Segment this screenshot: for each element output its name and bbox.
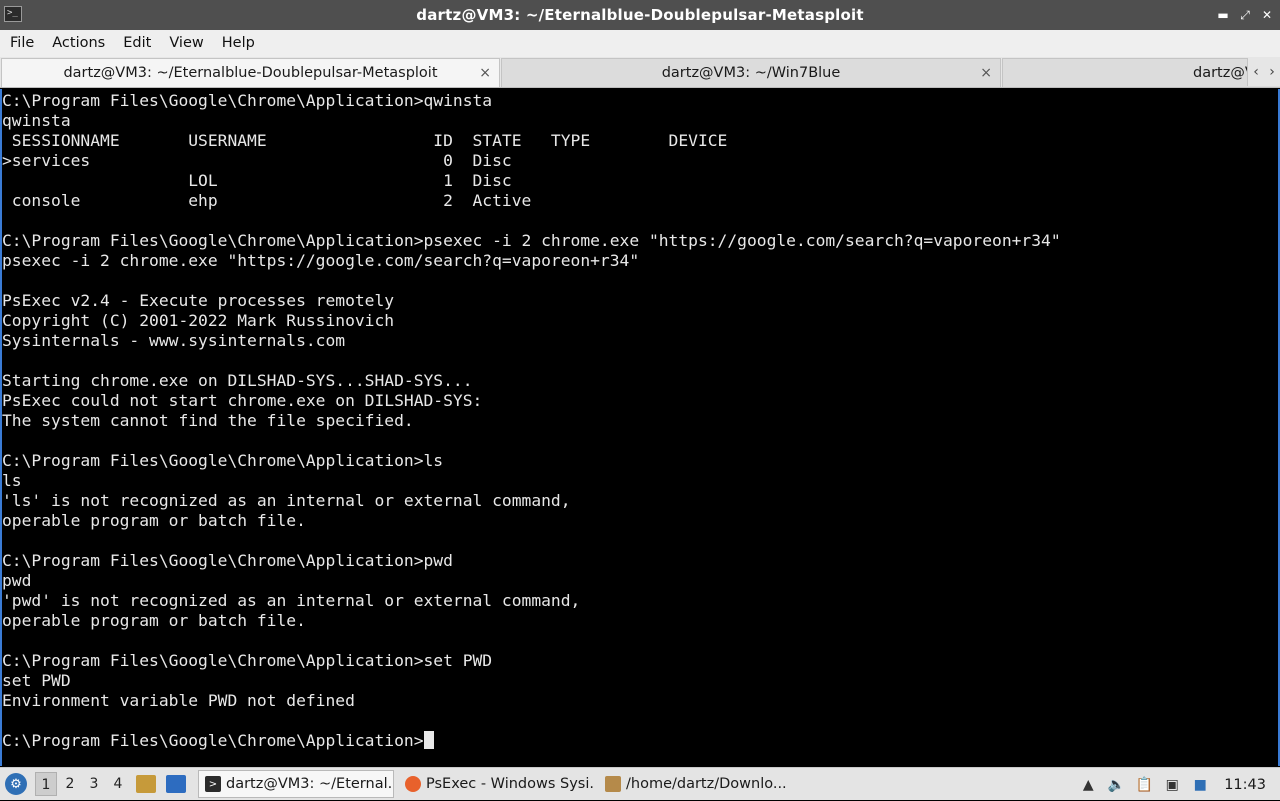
terminal-output[interactable]: C:\Program Files\Google\Chrome\Applicati…: [0, 89, 1280, 766]
show-desktop-icon[interactable]: [166, 775, 186, 793]
tab-label: dartz@VM3: ~/Eternalblue-Doublepulsar-Me…: [63, 65, 438, 81]
taskbar: ⚙ 1 2 3 4 > dartz@VM3: ~/Eternal... PsEx…: [0, 767, 1280, 800]
task-label: PsExec - Windows Sysi...: [426, 776, 594, 792]
tab-label: dartz@VM3: ~/Win7Blue: [661, 65, 841, 81]
task-label: dartz@VM3: ~/Eternal...: [226, 776, 394, 792]
workspace-3[interactable]: 3: [83, 772, 105, 796]
terminal-cursor: [423, 731, 434, 749]
tab-bar: dartz@VM3: ~/Eternalblue-Doublepulsar-Me…: [0, 57, 1280, 88]
chevron-left-icon[interactable]: ‹: [1253, 64, 1259, 80]
task-terminal[interactable]: > dartz@VM3: ~/Eternal...: [198, 770, 394, 798]
workspace-2[interactable]: 2: [59, 772, 81, 796]
menu-actions[interactable]: Actions: [43, 30, 114, 57]
tab-scroll-arrows: ‹ ›: [1247, 58, 1280, 86]
firefox-icon: [405, 776, 421, 792]
chevron-right-icon[interactable]: ›: [1269, 64, 1275, 80]
menu-help[interactable]: Help: [213, 30, 264, 57]
window-title: dartz@VM3: ~/Eternalblue-Doublepulsar-Me…: [416, 6, 864, 24]
clipboard-icon[interactable]: 📋: [1135, 776, 1153, 794]
tab-close-icon[interactable]: ×: [980, 65, 992, 81]
task-firefox[interactable]: PsExec - Windows Sysi...: [398, 770, 594, 798]
menu-file[interactable]: File: [1, 30, 43, 57]
menu-bar: File Actions Edit View Help: [0, 30, 1280, 57]
tab-label: dartz@V: [1193, 65, 1255, 81]
clock[interactable]: 11:43: [1224, 777, 1266, 793]
menu-view[interactable]: View: [160, 30, 212, 57]
close-icon[interactable]: ✕: [1256, 0, 1278, 30]
menu-edit[interactable]: Edit: [114, 30, 160, 57]
file-manager-icon[interactable]: [136, 775, 156, 793]
workspace-1[interactable]: 1: [35, 772, 57, 796]
tab-close-icon[interactable]: ×: [479, 65, 491, 81]
terminal-text: C:\Program Files\Google\Chrome\Applicati…: [2, 91, 1061, 750]
task-label: /home/dartz/Downlo...: [626, 776, 787, 792]
tray-arrow-icon[interactable]: ▲: [1079, 776, 1097, 794]
update-notifier-icon[interactable]: ■: [1191, 776, 1209, 794]
archive-icon: [605, 776, 621, 792]
start-menu-icon[interactable]: ⚙: [5, 773, 27, 795]
tab-eternalblue[interactable]: dartz@VM3: ~/Eternalblue-Doublepulsar-Me…: [1, 58, 500, 87]
tab-third[interactable]: dartz@V: [1002, 58, 1280, 87]
task-archive[interactable]: /home/dartz/Downlo...: [598, 770, 794, 798]
network-icon[interactable]: ▣: [1163, 776, 1181, 794]
terminal-icon[interactable]: >_: [4, 6, 22, 22]
system-tray: ▲ 🔈 📋 ▣ ■ 11:43: [1074, 768, 1280, 801]
tab-win7blue[interactable]: dartz@VM3: ~/Win7Blue ×: [501, 58, 1001, 87]
maximize-icon[interactable]: ⤢: [1234, 0, 1256, 30]
minimize-icon[interactable]: ▬: [1212, 0, 1234, 30]
window-titlebar[interactable]: >_ dartz@VM3: ~/Eternalblue-Doublepulsar…: [0, 0, 1280, 30]
workspace-4[interactable]: 4: [107, 772, 129, 796]
terminal-icon: >: [205, 776, 221, 792]
volume-icon[interactable]: 🔈: [1107, 776, 1125, 794]
